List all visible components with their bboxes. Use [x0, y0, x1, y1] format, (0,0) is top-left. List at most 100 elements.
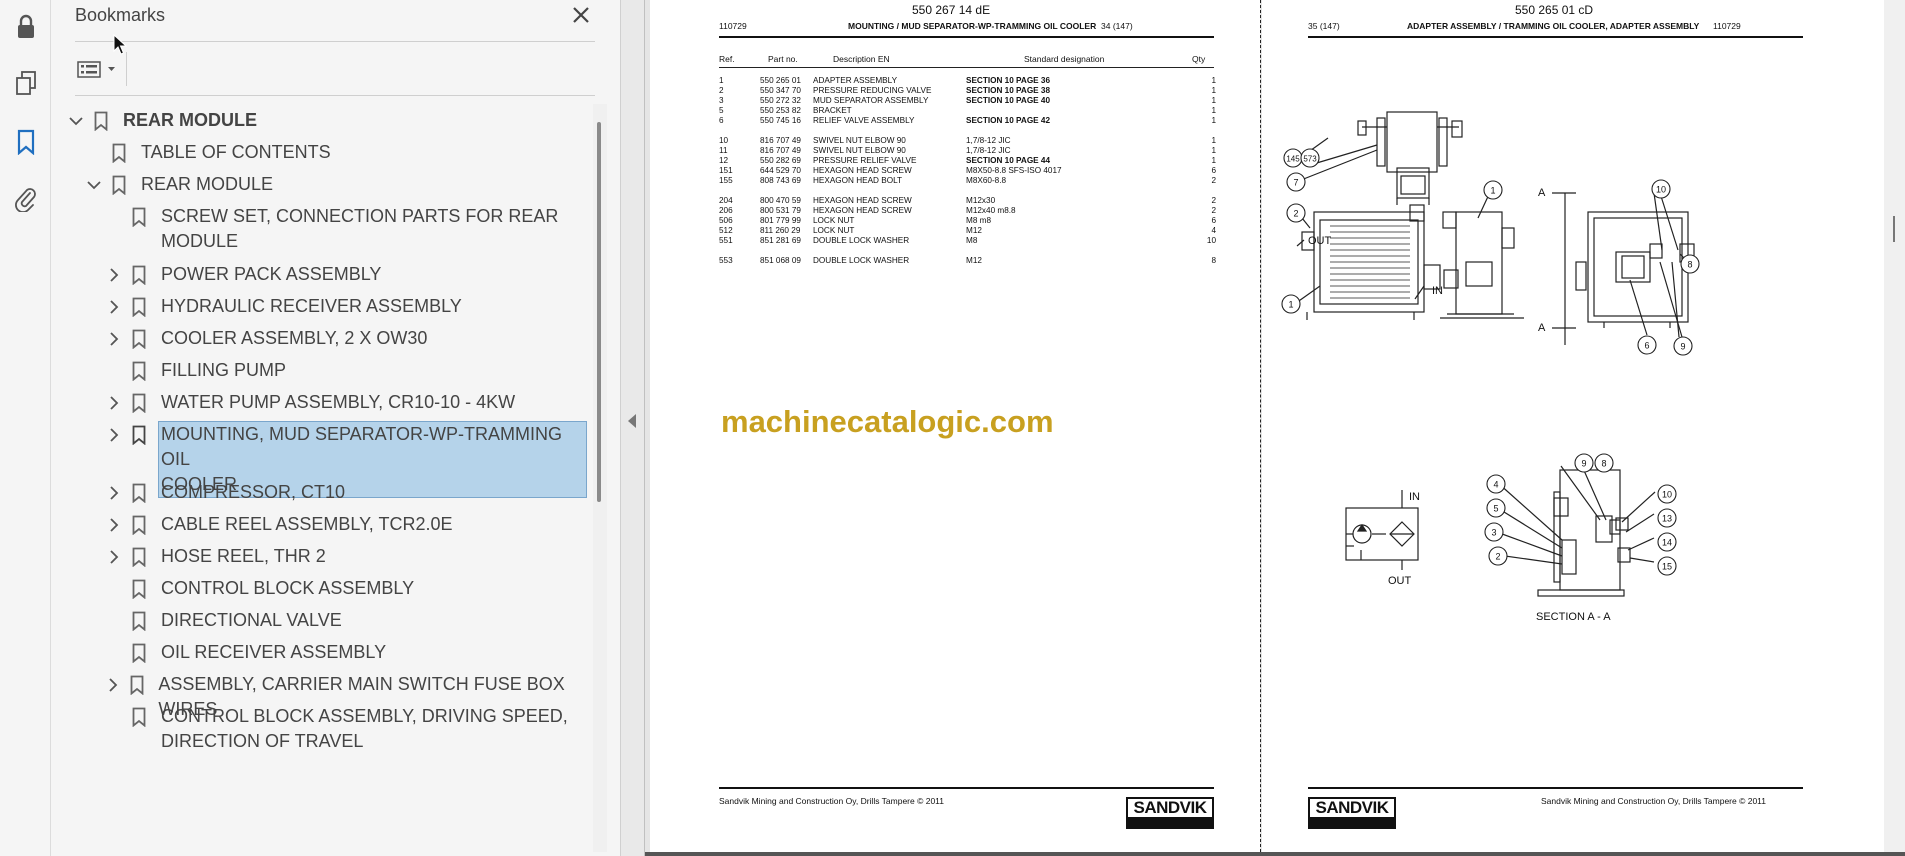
bookmark-label: REAR MODULE [141, 174, 274, 194]
cell-standard: SECTION 10 PAGE 36 [966, 76, 1051, 85]
bookmark-scrollbar[interactable] [593, 104, 607, 852]
chevron-right-icon[interactable] [105, 422, 123, 447]
bookmark-label: TABLE OF CONTENTS [141, 142, 331, 162]
collapse-panel-button[interactable] [620, 0, 645, 856]
bookmark-item-cable-reel[interactable]: CABLE REEL ASSEMBLY, TCR2.0E [105, 512, 454, 537]
balloon-label: 145 [1286, 155, 1300, 164]
bookmark-icon [130, 326, 148, 351]
doc-number: 550 267 14 dE [912, 3, 991, 17]
bookmark-label-line2: DIRECTION OF TRAVEL [161, 731, 364, 751]
bookmark-icon [130, 294, 148, 319]
footer-rule [719, 787, 1214, 789]
bookmark-label: POWER PACK ASSEMBLY [161, 264, 382, 284]
chevron-right-icon[interactable] [105, 480, 123, 505]
balloon-label: 1 [1490, 186, 1495, 196]
balloon-group: 145 573 7 2 1 1 10 8 6 9 8 9 10 4 5 13 3 14 2 15 [1281, 148, 1700, 576]
header-rule [719, 36, 1214, 38]
cell-ref: 506 [719, 216, 733, 225]
chevron-right-icon[interactable] [105, 262, 123, 287]
cell-standard: M12 [966, 226, 982, 235]
cell-ref: 155 [719, 176, 733, 185]
bookmark-icon[interactable] [11, 127, 41, 157]
close-icon[interactable] [570, 4, 592, 26]
chevron-right-icon[interactable] [105, 390, 123, 415]
balloon-label: 2 [1495, 552, 1500, 562]
bookmark-item-table-of-contents[interactable]: TABLE OF CONTENTS [85, 140, 333, 165]
balloon-label: 8 [1601, 459, 1606, 469]
bookmark-item-directional-valve[interactable]: DIRECTIONAL VALVE [105, 608, 344, 633]
bookmark-item-power-pack[interactable]: POWER PACK ASSEMBLY [105, 262, 383, 287]
pages-icon[interactable] [11, 68, 41, 98]
cell-part-no: 811 260 29 [760, 226, 801, 235]
bookmark-label-line1: SCREW SET, CONNECTION PARTS FOR REAR [161, 206, 559, 226]
bookmark-icon [130, 608, 148, 633]
cell-part-no: 800 531 79 [760, 206, 801, 215]
document-scrollbar[interactable] [1884, 0, 1905, 856]
bookmark-icon [129, 672, 146, 697]
bookmark-item-rear-module-sub[interactable]: REAR MODULE [85, 172, 275, 197]
bookmark-item-cooler-assembly[interactable]: COOLER ASSEMBLY, 2 X OW30 [105, 326, 429, 351]
cell-description: RELIEF VALVE ASSEMBLY [813, 116, 915, 125]
chevron-right-icon[interactable] [105, 512, 123, 537]
cell-qty: 1 [1211, 96, 1216, 105]
cell-standard: SECTION 10 PAGE 44 [966, 156, 1051, 165]
cell-ref: 6 [719, 116, 724, 125]
bookmark-icon [110, 172, 128, 197]
chevron-down-icon[interactable] [85, 172, 103, 197]
mouse-cursor-icon [113, 34, 127, 55]
technical-drawing: 145 573 7 2 1 1 10 8 6 9 8 9 10 4 5 13 3 14 2 15 OUT IN A A… [1281, 111, 1700, 623]
chevron-down-icon[interactable] [67, 108, 85, 133]
bookmark-item-hose-reel[interactable]: HOSE REEL, THR 2 [105, 544, 328, 569]
balloon-label: 3 [1491, 528, 1496, 538]
balloon-label: 8 [1687, 260, 1692, 270]
cell-ref: 12 [719, 156, 729, 165]
bookmark-icon [130, 640, 148, 665]
bookmark-label: DIRECTIONAL VALVE [161, 610, 342, 630]
bookmark-icon [130, 422, 148, 447]
bookmark-item-control-block[interactable]: CONTROL BLOCK ASSEMBLY [105, 576, 416, 601]
chevron-right-icon[interactable] [105, 294, 123, 319]
chevron-right-icon[interactable] [105, 544, 123, 569]
watermark: machinecatalogic.com [721, 404, 1054, 439]
cell-part-no: 816 707 49 [760, 136, 801, 145]
bookmark-label: CABLE REEL ASSEMBLY, TCR2.0E [161, 514, 453, 534]
attachment-icon[interactable] [11, 184, 41, 214]
cell-description: HEXAGON HEAD SCREW [813, 196, 912, 205]
bookmark-icon [130, 704, 148, 729]
bookmark-icon [130, 512, 148, 537]
lock-icon[interactable] [11, 12, 41, 42]
cell-qty: 6 [1211, 216, 1216, 225]
chevron-right-icon[interactable] [105, 672, 122, 697]
bookmark-icon [92, 108, 110, 133]
bookmark-item-rear-module[interactable]: REAR MODULE [67, 108, 259, 133]
cell-description: SWIVEL NUT ELBOW 90 [813, 146, 906, 155]
bookmark-item-control-block-driving-speed[interactable]: CONTROL BLOCK ASSEMBLY, DRIVING SPEED, DI… [105, 704, 570, 754]
cell-ref: 512 [719, 226, 733, 235]
bookmark-item-screw-set[interactable]: SCREW SET, CONNECTION PARTS FOR REAR MODU… [105, 204, 560, 254]
bookmark-item-compressor[interactable]: COMPRESSOR, CT10 [105, 480, 347, 505]
cell-standard: SECTION 10 PAGE 40 [966, 96, 1051, 105]
bookmark-label-line1: MOUNTING, MUD SEPARATOR-WP-TRAMMING OIL [161, 424, 562, 469]
chevron-right-icon[interactable] [105, 326, 123, 351]
bookmark-item-water-pump[interactable]: WATER PUMP ASSEMBLY, CR10-10 - 4KW [105, 390, 517, 415]
bookmark-icon [130, 204, 148, 229]
doc-code: 110729 [719, 21, 747, 31]
bookmark-icon [130, 576, 148, 601]
out-label: OUT [1308, 235, 1332, 247]
section-marker-bottom: A [1538, 322, 1546, 334]
cell-standard: 1,7/8-12 JIC [966, 146, 1011, 155]
sandvik-logo: SANDVIK [1126, 797, 1214, 829]
cell-description: ADAPTER ASSEMBLY [813, 76, 898, 85]
bookmark-item-filling-pump[interactable]: FILLING PUMP [105, 358, 288, 383]
bookmark-label: CONTROL BLOCK ASSEMBLY [161, 578, 415, 598]
scrollbar-thumb[interactable] [597, 122, 601, 502]
scrollbar-thumb[interactable] [1893, 216, 1895, 242]
page-number: 34 (147) [1101, 21, 1133, 31]
options-menu-button[interactable] [75, 55, 121, 83]
cell-part-no: 801 779 99 [760, 216, 801, 225]
cell-description: HEXAGON HEAD SCREW [813, 166, 912, 175]
table-rule [719, 67, 1214, 68]
bookmark-item-oil-receiver[interactable]: OIL RECEIVER ASSEMBLY [105, 640, 388, 665]
bookmark-item-hydraulic-receiver[interactable]: HYDRAULIC RECEIVER ASSEMBLY [105, 294, 464, 319]
cell-ref: 1 [719, 76, 724, 85]
